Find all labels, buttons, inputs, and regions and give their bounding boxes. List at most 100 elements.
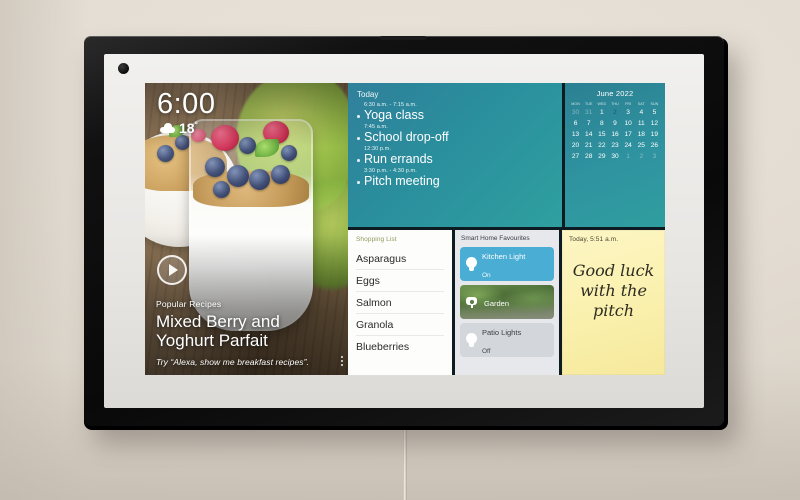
calendar-day[interactable]: 28 [582, 152, 595, 161]
power-cable [403, 420, 407, 500]
calendar-day-today[interactable]: 2 [608, 108, 621, 117]
shopping-list-item[interactable]: Granola [356, 314, 444, 336]
calendar-weekday: TUE [584, 102, 593, 106]
calendar-day[interactable]: 27 [569, 152, 582, 161]
calendar-day[interactable]: 26 [648, 141, 661, 150]
calendar-weekday: MON [571, 102, 580, 106]
calendar-day[interactable]: 7 [582, 119, 595, 128]
degree-symbol: ° [194, 120, 198, 130]
calendar-day[interactable]: 31 [582, 108, 595, 117]
smart-home-tile-kitchen-light[interactable]: Kitchen Light On [460, 247, 554, 281]
calendar-weekday: FRI [625, 102, 632, 106]
calendar-day[interactable]: 8 [595, 119, 608, 128]
calendar-day[interactable]: 3 [622, 108, 635, 117]
microphone-slot [380, 36, 426, 40]
calendar-day[interactable]: 2 [635, 152, 648, 161]
calendar-day[interactable]: 4 [635, 108, 648, 117]
calendar-day[interactable]: 15 [595, 130, 608, 139]
calendar-day[interactable]: 13 [569, 130, 582, 139]
lightbulb-icon [466, 257, 477, 271]
calendar-day[interactable]: 12 [648, 119, 661, 128]
agenda-event[interactable]: 12:30 p.m. Run errands [357, 146, 553, 167]
agenda-label: Today [357, 90, 379, 99]
calendar-day[interactable]: 29 [595, 152, 608, 161]
calendar-day[interactable]: 1 [595, 108, 608, 117]
calendar-day[interactable]: 20 [569, 141, 582, 150]
event-title: School drop-off [357, 130, 553, 145]
cloud-icon [160, 122, 175, 133]
sticky-note-widget[interactable]: Today, 5:51 a.m. Good luck with the pitc… [562, 230, 665, 375]
calendar-grid: MON TUE WED THU FRI SAT SUN 30 31 1 2 3 4 5 6 7 8 9 10 11 12… [569, 102, 661, 161]
shopping-list-item[interactable]: Eggs [356, 270, 444, 292]
shopping-list-title: Shopping List [356, 236, 397, 243]
calendar-day[interactable]: 5 [648, 108, 661, 117]
weather-widget: 18° [157, 120, 215, 136]
current-time: 6:00 [157, 88, 216, 120]
calendar-day[interactable]: 30 [608, 152, 621, 161]
calendar-month-title: June 2022 [596, 89, 634, 98]
shopping-list-item[interactable]: Blueberries [356, 336, 444, 357]
tile-text: Garden [484, 293, 509, 311]
shopping-list-widget[interactable]: Shopping List Asparagus Eggs Salmon Granola… [348, 230, 452, 375]
calendar-day[interactable]: 16 [608, 130, 621, 139]
tile-text: Patio Lights Off [482, 323, 521, 357]
recipe-card[interactable]: 6:00 18° Popular Recipes Mixed Berry and… [145, 83, 348, 375]
calendar-weekday: SUN [650, 102, 659, 106]
note-text: Good luck with the pitch [572, 261, 655, 320]
temperature-value: 18° [179, 120, 198, 136]
calendar-day[interactable]: 1 [622, 152, 635, 161]
kebab-menu-icon[interactable] [341, 356, 343, 366]
shopping-list-item[interactable]: Asparagus [356, 248, 444, 270]
smart-home-widget[interactable]: Smart Home Favourites Kitchen Light On G… [455, 230, 559, 375]
camera-icon [466, 296, 479, 308]
calendar-day[interactable]: 24 [622, 141, 635, 150]
note-timestamp: Today, 5:51 a.m. [569, 236, 619, 243]
tile-name: Garden [484, 299, 510, 308]
lightbulb-icon [466, 333, 477, 347]
calendar-day[interactable]: 9 [608, 119, 621, 128]
agenda-event[interactable]: 3:30 p.m. - 4:30 p.m. Pitch meeting [357, 168, 553, 189]
event-title: Run errands [357, 152, 553, 167]
agenda-widget[interactable]: Today 6:30 a.m. - 7:15 a.m. Yoga class 7… [348, 83, 562, 227]
calendar-day[interactable]: 30 [569, 108, 582, 117]
play-icon [169, 264, 178, 276]
agenda-event[interactable]: 7:45 a.m. School drop-off [357, 124, 553, 145]
calendar-day[interactable]: 11 [635, 119, 648, 128]
alexa-hint: Try “Alexa, show me breakfast recipes”. [156, 357, 310, 367]
calendar-weekday: SAT [637, 102, 645, 106]
tile-text: Kitchen Light On [482, 247, 525, 281]
tile-state: Off [482, 348, 491, 355]
shopping-list-item[interactable]: Salmon [356, 292, 444, 314]
screenshot-stage: 6:00 18° Popular Recipes Mixed Berry and… [0, 0, 800, 500]
calendar-day[interactable]: 10 [622, 119, 635, 128]
calendar-day[interactable]: 6 [569, 119, 582, 128]
recipe-kicker: Popular Recipes [156, 299, 222, 309]
recipe-title: Mixed Berry and Yoghurt Parfait [156, 312, 330, 350]
event-title: Yoga class [357, 108, 553, 123]
calendar-day[interactable]: 18 [635, 130, 648, 139]
play-button[interactable] [157, 255, 187, 285]
tile-state: On [482, 272, 491, 279]
tile-name: Kitchen Light [482, 252, 526, 261]
calendar-day[interactable]: 17 [622, 130, 635, 139]
calendar-day[interactable]: 14 [582, 130, 595, 139]
calendar-day[interactable]: 21 [582, 141, 595, 150]
front-camera-icon [118, 63, 129, 74]
calendar-widget[interactable]: June 2022 MON TUE WED THU FRI SAT SUN 30 31 1 2 3 4 5… [565, 83, 665, 227]
shopping-list-items: Asparagus Eggs Salmon Granola Blueberries [356, 248, 444, 357]
calendar-day[interactable]: 25 [635, 141, 648, 150]
calendar-day[interactable]: 19 [648, 130, 661, 139]
agenda-event[interactable]: 6:30 a.m. - 7:15 a.m. Yoga class [357, 102, 553, 123]
recipe-title-line2: Yoghurt Parfait [156, 331, 268, 350]
smart-home-title: Smart Home Favourites [461, 235, 530, 242]
calendar-day[interactable]: 3 [648, 152, 661, 161]
recipe-title-line1: Mixed Berry and [156, 312, 280, 331]
display-screen: 6:00 18° Popular Recipes Mixed Berry and… [145, 83, 665, 375]
calendar-day[interactable]: 23 [608, 141, 621, 150]
recipe-text-block: Popular Recipes Mixed Berry and Yoghurt … [156, 299, 330, 367]
clock-widget: 6:00 18° [157, 89, 215, 136]
smart-home-tile-patio-lights[interactable]: Patio Lights Off [460, 323, 554, 357]
calendar-weekday: WED [597, 102, 607, 106]
smart-home-tile-garden-camera[interactable]: Garden [460, 285, 554, 319]
calendar-day[interactable]: 22 [595, 141, 608, 150]
